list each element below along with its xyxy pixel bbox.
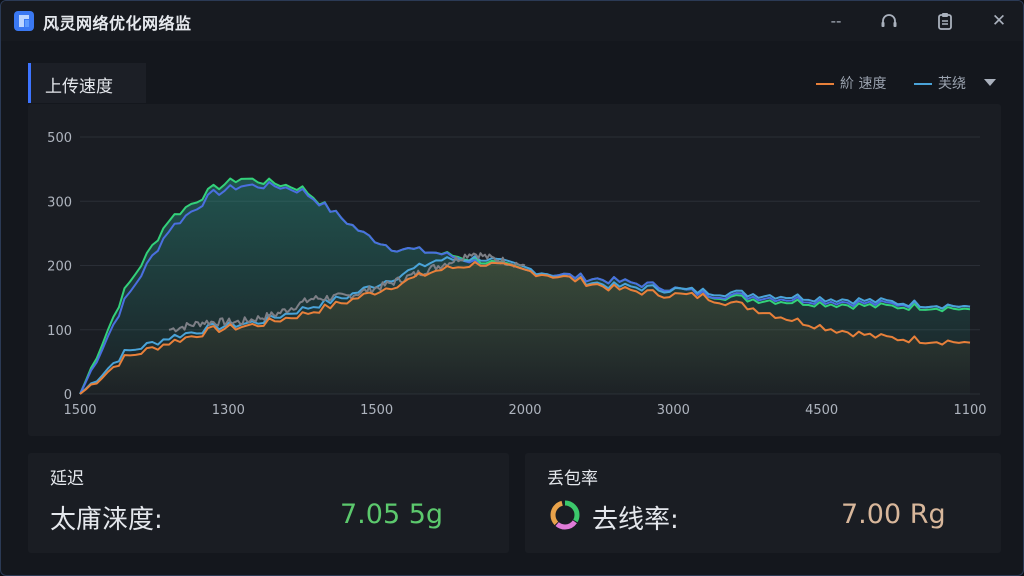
- packet-loss-card-title: 丢包率: [547, 469, 598, 489]
- legend-label: 紒 速度: [840, 76, 887, 92]
- legend-line-swatch: [914, 83, 932, 85]
- latency-label: 太庯涞度:: [50, 505, 163, 535]
- y-tick-label: 100: [47, 324, 72, 339]
- ring-icon: [550, 500, 580, 530]
- tab-upload-speed-label: 上传速度: [45, 77, 113, 97]
- tab-upload-speed[interactable]: 上传速度: [28, 63, 146, 103]
- x-tick-label: 4500: [805, 403, 838, 418]
- latency-card-title: 延迟: [50, 469, 84, 489]
- legend-line-swatch: [816, 83, 834, 85]
- upload-speed-chart: 50030020010001500 1300 1500 2000 3000 4500 110…: [47, 131, 986, 418]
- app-window: 风灵网络优化网络监 -- ✕ 上传速度 紒 速度 芙绕 500 300 200 …: [0, 0, 1024, 576]
- y-tick-label: 200: [47, 260, 72, 275]
- y-tick-label: 300: [47, 195, 72, 210]
- packet-loss-label: 去线率:: [592, 505, 679, 535]
- packet-loss-value: 7.00 Rg: [841, 499, 946, 530]
- x-tick-label: 1100: [953, 403, 986, 418]
- legend-item-speed[interactable]: 紒 速度: [816, 73, 886, 93]
- title-bar[interactable]: 风灵网络优化网络监 -- ✕: [1, 1, 1023, 41]
- x-tick-label: 2000: [508, 403, 541, 418]
- y-tick-label: 0: [64, 388, 72, 403]
- legend-dropdown-chevron-icon[interactable]: [984, 79, 996, 86]
- clipboard-icon: [938, 13, 952, 30]
- legend-label: 芙绕: [938, 76, 966, 92]
- latency-value: 7.05 5g: [340, 499, 444, 530]
- app-title: 风灵网络优化网络监: [43, 14, 192, 33]
- chart-panel: 500 300 200 100 0 1500 1300 1500 2000 3000 4500 110…: [28, 104, 1001, 436]
- clipboard-button[interactable]: [932, 9, 958, 33]
- packet-loss-card: 丢包率 去线率: 7.00 Rg: [525, 453, 1001, 553]
- latency-card: 延迟 太庯涞度: 7.05 5g: [28, 453, 509, 553]
- close-button[interactable]: ✕: [986, 9, 1012, 33]
- y-tick-label: 500: [47, 131, 72, 146]
- x-tick-label: 1500: [360, 403, 393, 418]
- headset-icon: [881, 14, 897, 27]
- legend-item-second[interactable]: 芙绕: [914, 73, 966, 93]
- minimize-button[interactable]: --: [823, 9, 849, 33]
- x-tick-label: 3000: [657, 403, 690, 418]
- x-tick-label: 1300: [212, 403, 245, 418]
- x-tick-label: 1500: [63, 403, 96, 418]
- app-logo-icon: [14, 11, 34, 31]
- headset-button[interactable]: [876, 9, 902, 33]
